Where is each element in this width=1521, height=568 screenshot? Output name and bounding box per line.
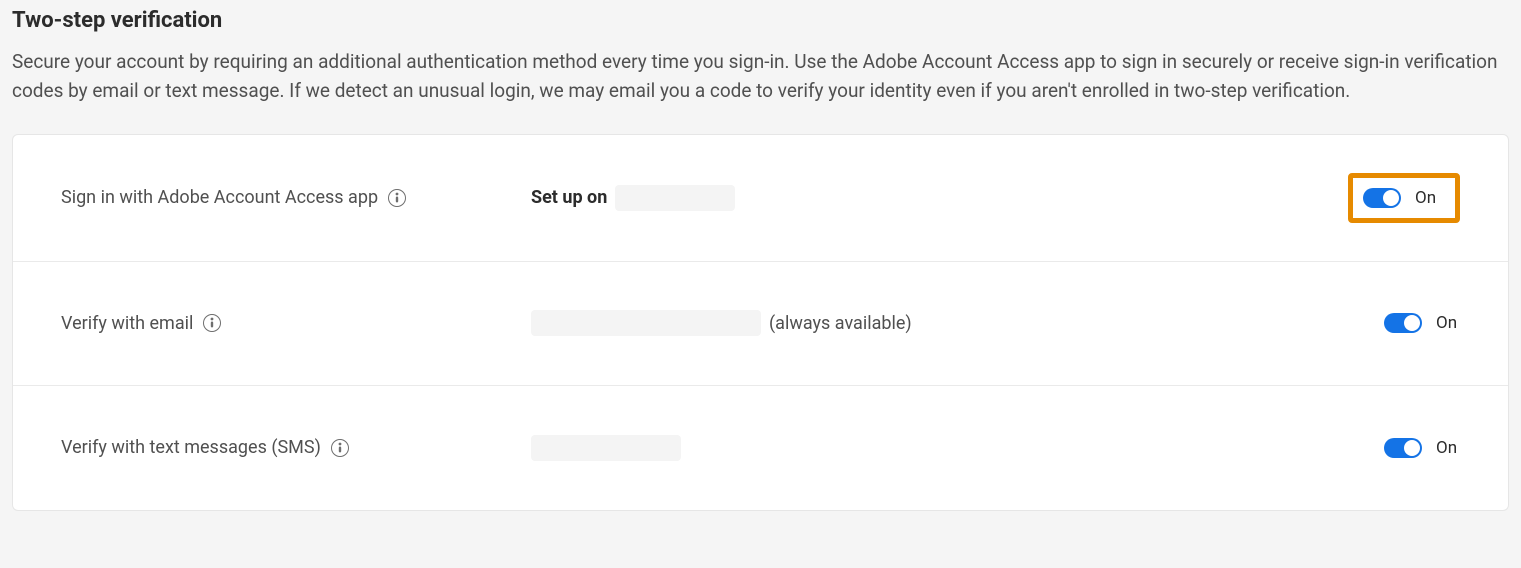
redacted-phone [531,435,681,461]
toggle-verify-sms[interactable] [1384,438,1422,458]
row-verify-sms: Verify with text messages (SMS) On [13,386,1508,510]
row-verify-email: Verify with email (always available) On [13,262,1508,386]
section-description: Secure your account by requiring an addi… [12,47,1509,106]
info-icon[interactable] [203,314,221,332]
toggle-state-label: On [1415,188,1439,208]
redacted-email [531,310,761,336]
redacted-device-name [615,185,735,211]
email-availability: (always available) [769,313,912,334]
toggle-state-label: On [1436,313,1460,333]
toggle-state-label: On [1436,438,1460,458]
two-step-panel: Sign in with Adobe Account Access app Se… [12,134,1509,511]
info-icon[interactable] [331,439,349,457]
setup-on-label: Set up on [531,187,607,208]
row-label: Verify with text messages (SMS) [61,437,321,458]
toggle-verify-email[interactable] [1384,313,1422,333]
highlighted-toggle-container: On [1348,173,1460,223]
row-label: Sign in with Adobe Account Access app [61,187,378,208]
row-account-access-app: Sign in with Adobe Account Access app Se… [13,135,1508,262]
row-label: Verify with email [61,313,193,334]
section-title: Two-step verification [12,8,1509,33]
toggle-account-access[interactable] [1363,188,1401,208]
info-icon[interactable] [388,189,406,207]
